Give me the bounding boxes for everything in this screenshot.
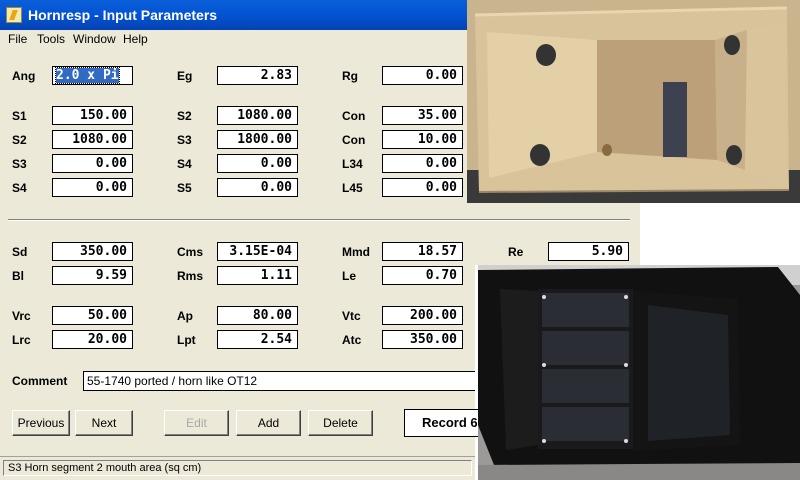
app-icon bbox=[6, 7, 22, 23]
previous-button[interactable]: Previous bbox=[12, 410, 70, 436]
label-con1: Con bbox=[342, 109, 366, 123]
label-s5: S5 bbox=[177, 181, 192, 195]
section-divider-right bbox=[475, 219, 630, 221]
add-button[interactable]: Add bbox=[236, 410, 301, 436]
field-s4-top[interactable]: 0.00 bbox=[217, 154, 298, 173]
field-rg[interactable]: 0.00 bbox=[382, 66, 463, 85]
field-lrc[interactable]: 20.00 bbox=[52, 330, 133, 349]
label-bl: Bl bbox=[12, 269, 24, 283]
field-con1[interactable]: 35.00 bbox=[382, 106, 463, 125]
next-button[interactable]: Next bbox=[75, 410, 133, 436]
field-atc[interactable]: 350.00 bbox=[382, 330, 463, 349]
field-vtc[interactable]: 200.00 bbox=[382, 306, 463, 325]
field-s1[interactable]: 150.00 bbox=[52, 106, 133, 125]
label-s3-top: S3 bbox=[177, 133, 192, 147]
edit-button[interactable]: Edit bbox=[164, 410, 229, 436]
field-ang[interactable]: 2.0 x Pi bbox=[52, 66, 133, 85]
menu-file[interactable]: File bbox=[8, 32, 27, 46]
field-s5[interactable]: 0.00 bbox=[217, 178, 298, 197]
plywood-cabinet-photo bbox=[467, 0, 800, 203]
hornresp-window: Hornresp - Input Parameters File Tools W… bbox=[0, 0, 475, 480]
status-bar: S3 Horn segment 2 mouth area (sq cm) bbox=[0, 456, 475, 480]
field-s3[interactable]: 0.00 bbox=[52, 154, 133, 173]
menu-tools[interactable]: Tools bbox=[37, 32, 65, 46]
menu-bar: File Tools Window Help bbox=[0, 30, 475, 48]
label-ap: Ap bbox=[177, 309, 193, 323]
label-vtc: Vtc bbox=[342, 309, 361, 323]
record-indicator: Record 6 bbox=[404, 409, 484, 437]
field-con2[interactable]: 10.00 bbox=[382, 130, 463, 149]
label-rms: Rms bbox=[177, 269, 204, 283]
comment-field[interactable]: 55-1740 ported / horn like OT12 bbox=[83, 371, 475, 391]
label-cms: Cms bbox=[177, 245, 204, 259]
label-lpt: Lpt bbox=[177, 333, 196, 347]
label-le: Le bbox=[342, 269, 357, 283]
field-l34[interactable]: 0.00 bbox=[382, 154, 463, 173]
label-rg: Rg bbox=[342, 69, 358, 83]
label-con2: Con bbox=[342, 133, 366, 147]
label-atc: Atc bbox=[342, 333, 362, 347]
field-s2-top[interactable]: 1080.00 bbox=[217, 106, 298, 125]
field-rms[interactable]: 1.11 bbox=[217, 266, 298, 285]
menu-window[interactable]: Window bbox=[73, 32, 116, 46]
status-text: S3 Horn segment 2 mouth area (sq cm) bbox=[3, 460, 472, 476]
label-mmd: Mmd bbox=[342, 245, 370, 259]
delete-button[interactable]: Delete bbox=[308, 410, 373, 436]
field-vrc[interactable]: 50.00 bbox=[52, 306, 133, 325]
field-s2[interactable]: 1080.00 bbox=[52, 130, 133, 149]
label-vrc: Vrc bbox=[12, 309, 31, 323]
field-eg[interactable]: 2.83 bbox=[217, 66, 298, 85]
field-le[interactable]: 0.70 bbox=[382, 266, 463, 285]
field-sd[interactable]: 350.00 bbox=[52, 242, 133, 261]
field-ap[interactable]: 80.00 bbox=[217, 306, 298, 325]
label-s1: S1 bbox=[12, 109, 27, 123]
black-cabinet-photo bbox=[478, 265, 800, 480]
field-s3-top[interactable]: 1800.00 bbox=[217, 130, 298, 149]
field-cms[interactable]: 3.15E-04 bbox=[217, 242, 298, 261]
field-mmd[interactable]: 18.57 bbox=[382, 242, 463, 261]
label-lrc: Lrc bbox=[12, 333, 31, 347]
field-s4[interactable]: 0.00 bbox=[52, 178, 133, 197]
field-re[interactable]: 5.90 bbox=[548, 242, 629, 261]
label-eg: Eg bbox=[177, 69, 193, 83]
window-title: Hornresp - Input Parameters bbox=[28, 7, 218, 23]
field-bl[interactable]: 9.59 bbox=[52, 266, 133, 285]
field-l45[interactable]: 0.00 bbox=[382, 178, 463, 197]
label-comment: Comment bbox=[12, 374, 68, 388]
field-lpt[interactable]: 2.54 bbox=[217, 330, 298, 349]
label-sd: Sd bbox=[12, 245, 28, 259]
label-l34: L34 bbox=[342, 157, 363, 171]
menu-help[interactable]: Help bbox=[123, 32, 148, 46]
label-s2-top: S2 bbox=[177, 109, 192, 123]
label-s4: S4 bbox=[12, 181, 27, 195]
title-bar: Hornresp - Input Parameters bbox=[0, 0, 475, 30]
label-s4-top: S4 bbox=[177, 157, 192, 171]
label-s3: S3 bbox=[12, 157, 27, 171]
label-ang: Ang bbox=[12, 69, 36, 83]
label-re: Re bbox=[508, 245, 524, 259]
label-s2: S2 bbox=[12, 133, 27, 147]
label-l45: L45 bbox=[342, 181, 363, 195]
